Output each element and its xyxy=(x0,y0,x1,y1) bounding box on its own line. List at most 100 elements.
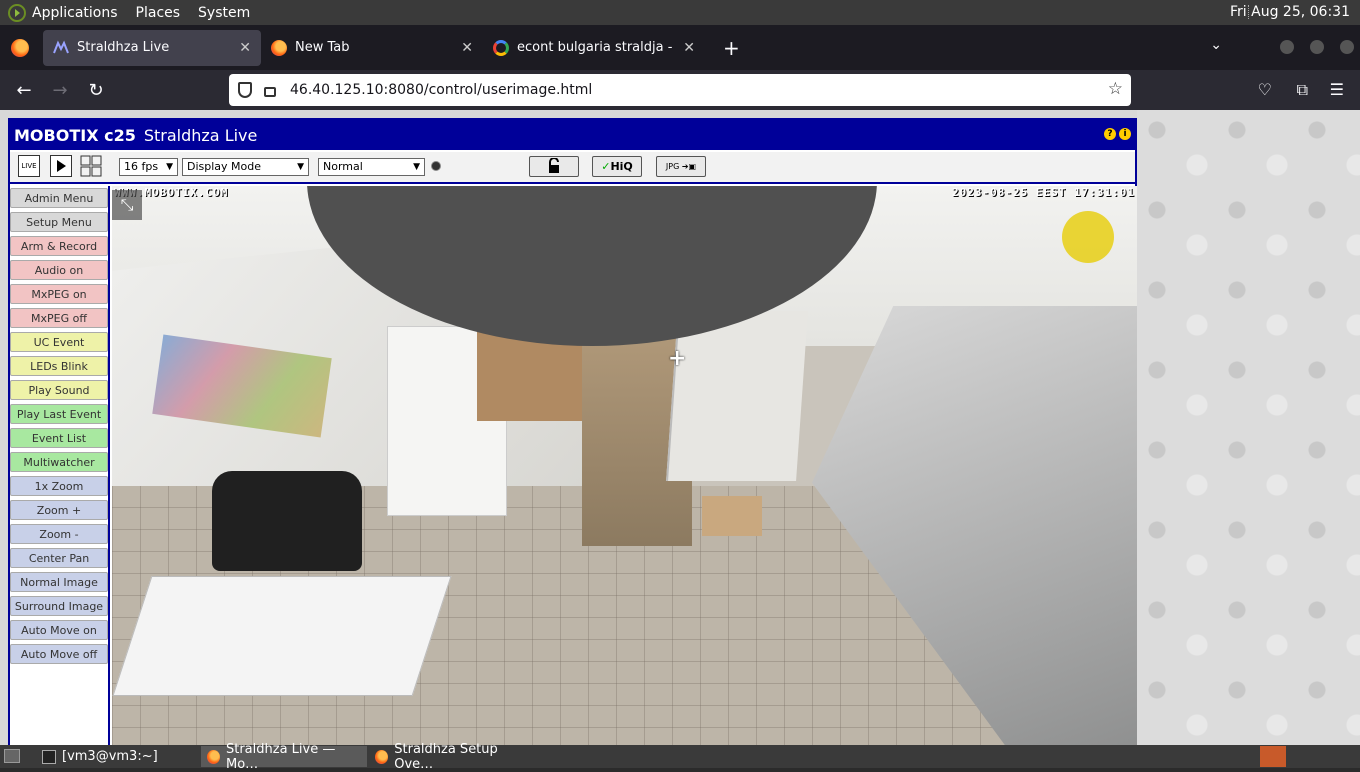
firefox-view-icon[interactable] xyxy=(11,38,29,57)
tab-google-search[interactable]: econt bulgaria straldja - Goo ✕ xyxy=(483,30,705,66)
side-button-zoom[interactable]: Zoom + xyxy=(10,500,108,520)
menu-applications[interactable]: Applications xyxy=(32,5,118,21)
side-button-leds-blink[interactable]: LEDs Blink xyxy=(10,356,108,376)
side-button-normal-image[interactable]: Normal Image xyxy=(10,572,108,592)
panel-clock[interactable]: Fri Aug 25, 06:31 xyxy=(1230,4,1350,20)
side-button-1x-zoom[interactable]: 1x Zoom xyxy=(10,476,108,496)
close-tab-icon[interactable]: ✕ xyxy=(461,40,473,56)
reload-icon[interactable]: ↻ xyxy=(78,80,114,101)
scene-desk xyxy=(112,576,452,696)
firefox-icon xyxy=(207,749,220,764)
side-button-center-pan[interactable]: Center Pan xyxy=(10,548,108,568)
side-button-zoom[interactable]: Zoom - xyxy=(10,524,108,544)
save-disk-icon: ➔▣ xyxy=(681,162,697,171)
record-dot-icon[interactable] xyxy=(431,161,441,171)
side-button-admin-menu[interactable]: Admin Menu xyxy=(10,188,108,208)
taskbar-item-straldhza-setup[interactable]: Straldhza Setup Ove… xyxy=(369,742,539,772)
image-mode-select[interactable]: Normal ▼ xyxy=(318,158,425,176)
live-view-icon[interactable]: LIVE xyxy=(18,155,40,177)
close-tab-icon[interactable]: ✕ xyxy=(239,40,251,56)
close-window-button[interactable] xyxy=(1340,40,1354,54)
info-icon[interactable]: i xyxy=(1119,128,1131,140)
bookmark-star-icon[interactable]: ☆ xyxy=(1108,79,1123,99)
side-button-mxpeg-on[interactable]: MxPEG on xyxy=(10,284,108,304)
bottom-taskbar: [vm3@vm3:~] Straldhza Live — Mo… Straldh… xyxy=(0,742,1360,772)
mobotix-toolbar: LIVE 16 fps ▼ Display Mode ▼ Normal ▼ ✓HiQ … xyxy=(10,152,1135,184)
firefox-icon xyxy=(375,749,389,764)
side-button-auto-move-on[interactable]: Auto Move on xyxy=(10,620,108,640)
extensions-puzzle-icon[interactable]: ⧉ xyxy=(1297,80,1308,100)
display-mode-value: Display Mode xyxy=(187,160,262,173)
tab-new-tab[interactable]: New Tab ✕ xyxy=(261,30,483,66)
side-button-arm-record[interactable]: Arm & Record xyxy=(10,236,108,256)
top-panel: Applications Places System Fri Aug 25, 0… xyxy=(0,0,1360,25)
google-icon xyxy=(493,39,509,56)
workspace-switcher[interactable] xyxy=(1260,746,1286,767)
side-button-audio-on[interactable]: Audio on xyxy=(10,260,108,280)
jpg-label: JPG xyxy=(665,162,680,171)
side-button-uc-event[interactable]: UC Event xyxy=(10,332,108,352)
side-button-event-list[interactable]: Event List xyxy=(10,428,108,448)
save-jpg-button[interactable]: JPG ➔▣ xyxy=(656,156,706,177)
back-arrow-icon[interactable]: ← xyxy=(6,80,42,101)
scene-door xyxy=(666,311,808,481)
hamburger-menu-icon[interactable]: ☰ xyxy=(1330,80,1344,99)
taskbar-item-label: Straldhza Live — Mo… xyxy=(225,741,336,772)
tab-label: New Tab xyxy=(295,40,350,55)
pocket-icon[interactable]: ♡ xyxy=(1258,80,1272,99)
side-button-surround-image[interactable]: Surround Image xyxy=(10,596,108,616)
side-button-multiwatcher[interactable]: Multiwatcher xyxy=(10,452,108,472)
scene-ceiling-light xyxy=(1062,211,1114,263)
display-mode-select[interactable]: Display Mode ▼ xyxy=(182,158,309,176)
scene-chair xyxy=(212,471,362,571)
scene-boxes xyxy=(702,496,762,536)
terminal-icon xyxy=(42,749,56,764)
player-play-icon[interactable] xyxy=(50,155,72,177)
chevron-down-icon: ▼ xyxy=(297,162,304,172)
navigation-bar: ← → ↻ 46.40.125.10:8080/control/userimag… xyxy=(0,70,1360,110)
tracking-protection-shield-icon[interactable] xyxy=(238,82,252,98)
hiq-button[interactable]: ✓HiQ xyxy=(592,156,642,177)
osd-timestamp: 2023-08-25 EEST 17:31:01 xyxy=(952,186,1135,199)
page-title: Straldhza Live xyxy=(143,125,258,145)
taskbar-item-terminal[interactable]: [vm3@vm3:~] xyxy=(36,746,196,767)
url-text[interactable]: 46.40.125.10:8080/control/userimage.html xyxy=(290,82,592,98)
side-button-play-last-event[interactable]: Play Last Event xyxy=(10,404,108,424)
web-page: MOBOTIX c25 Straldhza Live ? i LIVE 16 f… xyxy=(0,110,1360,745)
menu-places[interactable]: Places xyxy=(136,5,181,21)
tab-label: econt bulgaria straldja - Goo xyxy=(517,40,675,55)
url-bar[interactable]: 46.40.125.10:8080/control/userimage.html… xyxy=(229,74,1131,106)
taskbar-item-straldhza-live[interactable]: Straldhza Live — Mo… xyxy=(201,742,367,772)
new-tab-button[interactable]: + xyxy=(723,36,740,60)
maximize-window-button[interactable] xyxy=(1310,40,1324,54)
close-tab-icon[interactable]: ✕ xyxy=(683,40,695,56)
firefox-icon xyxy=(271,39,287,56)
applications-logo-icon[interactable] xyxy=(8,3,26,22)
menu-system[interactable]: System xyxy=(198,5,250,21)
minimize-window-button[interactable] xyxy=(1280,40,1294,54)
list-all-tabs-chevron-down-icon[interactable]: ⌄ xyxy=(1210,37,1222,53)
zoom-resize-icon[interactable]: ⤡ xyxy=(112,190,142,220)
chevron-down-icon: ▼ xyxy=(166,162,173,172)
tab-label: Straldhza Live xyxy=(77,40,170,55)
frame-rate-select[interactable]: 16 fps ▼ xyxy=(119,158,178,176)
multiview-grid-icon[interactable] xyxy=(80,155,102,177)
taskbar-item-label: [vm3@vm3:~] xyxy=(62,749,158,764)
side-button-play-sound[interactable]: Play Sound xyxy=(10,380,108,400)
unlock-icon[interactable] xyxy=(529,156,579,177)
forward-arrow-icon[interactable]: → xyxy=(42,80,78,101)
mobotix-side-menu: Admin Menu Setup Menu Arm & Record Audio on… xyxy=(10,186,110,745)
mobotix-title-bar: MOBOTIX c25 Straldhza Live ? i xyxy=(10,120,1135,150)
show-desktop-icon[interactable] xyxy=(4,749,20,763)
tab-straldhza-live[interactable]: Straldhza Live ✕ xyxy=(43,29,261,66)
side-button-auto-move-off[interactable]: Auto Move off xyxy=(10,644,108,664)
image-mode-value: Normal xyxy=(323,160,363,173)
mobotix-icon xyxy=(53,40,69,53)
live-camera-image[interactable]: WWW.MOBOTIX.COM 2023-08-25 EEST 17:31:01… xyxy=(112,186,1137,745)
help-icon[interactable]: ? xyxy=(1104,128,1116,140)
mobotix-live-view: MOBOTIX c25 Straldhza Live ? i LIVE 16 f… xyxy=(8,118,1137,745)
side-button-setup-menu[interactable]: Setup Menu xyxy=(10,212,108,232)
frame-rate-value: 16 fps xyxy=(124,160,159,173)
insecure-lock-icon[interactable] xyxy=(264,87,276,97)
side-button-mxpeg-off[interactable]: MxPEG off xyxy=(10,308,108,328)
